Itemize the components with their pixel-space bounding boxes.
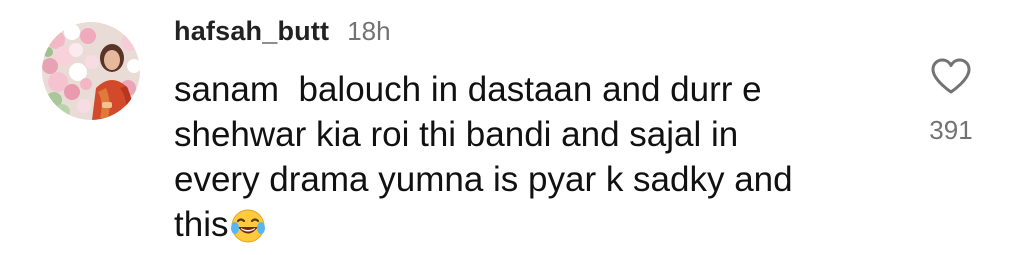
heart-outline-icon (931, 58, 971, 94)
comment-header: hafsah_butt 18h (174, 16, 391, 56)
comment-line: every drama yumna is pyar k sadky and (174, 160, 793, 199)
like-count: 391 (929, 115, 973, 145)
timestamp: 18h (347, 16, 391, 46)
username-link[interactable]: hafsah_butt (174, 16, 329, 47)
comment-line: shehwar kia roi thi bandi and sajal in (174, 115, 739, 154)
comment-line: this (174, 205, 229, 244)
profile-photo (42, 22, 140, 120)
like-button[interactable] (930, 57, 972, 95)
comment-item: hafsah_butt 18h sanam balouch in dastaan… (0, 0, 1024, 246)
comment-text: sanam balouch in dastaan and durr e sheh… (174, 67, 874, 255)
face-with-tears-of-joy-icon (230, 208, 266, 255)
avatar[interactable] (42, 22, 140, 120)
comment-line: sanam balouch in dastaan and durr e (174, 70, 762, 109)
